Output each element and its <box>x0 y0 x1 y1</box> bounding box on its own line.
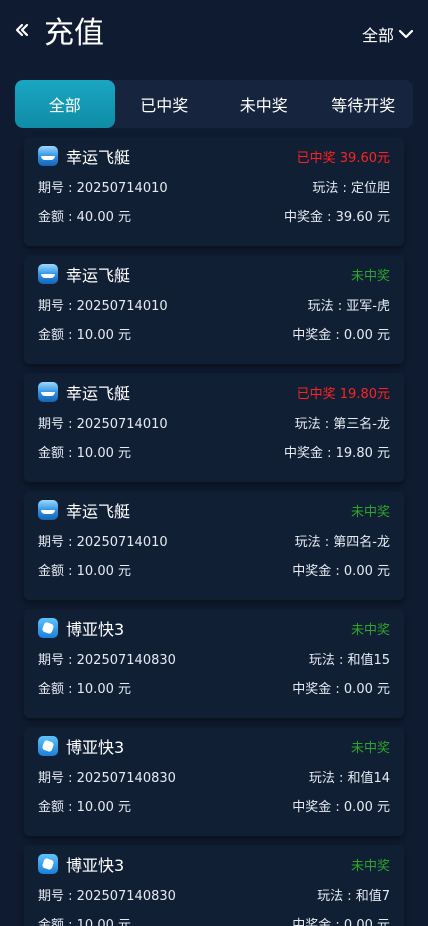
play-type: 玩法 : 和值7 <box>317 889 390 904</box>
issue-number: 期号 : 202507140830 <box>38 653 176 668</box>
bet-amount: 金额 : 10.00 元 <box>38 564 131 579</box>
status-badge: 已中奖 19.80元 <box>296 386 390 402</box>
game-name: 博亚快3 <box>66 738 125 757</box>
issue-row: 期号 : 202507140830 玩法 : 和值15 <box>38 649 390 668</box>
list-item[interactable]: 博亚快3 未中奖期号 : 202507140830 玩法 : 和值14 金额 : 10… <box>24 728 404 836</box>
double-chevron-left-icon <box>15 22 29 44</box>
amount-row: 金额 : 40.00 元 中奖金 : 39.60 元 <box>38 206 390 225</box>
game-name: 博亚快3 <box>66 856 125 875</box>
list-item[interactable]: 幸运飞艇 未中奖期号 : 20250714010 玩法 : 亚军-虎金额 : 10.… <box>24 256 404 364</box>
bet-amount: 金额 : 10.00 元 <box>38 328 131 343</box>
status-badge: 未中奖 <box>350 740 390 756</box>
game-name: 博亚快3 <box>66 620 125 639</box>
amount-row: 金额 : 10.00 元 中奖金 : 0.00 元 <box>38 796 390 815</box>
issue-row: 期号 : 20250714010 玩法 : 第四名-龙 <box>38 531 390 550</box>
game-name: 幸运飞艇 <box>66 148 131 167</box>
game-name: 幸运飞艇 <box>66 266 131 285</box>
record-list: 幸运飞艇 已中奖 39.60元期号 : 20250714010 玩法 : 定位胆金额… <box>0 138 428 926</box>
list-item[interactable]: 博亚快3 未中奖期号 : 202507140830 玩法 : 和值7 金额 : 10.… <box>24 846 404 926</box>
prize-amount: 中奖金 : 0.00 元 <box>292 328 390 343</box>
boat-icon <box>38 382 58 402</box>
status-badge: 未中奖 <box>350 858 390 874</box>
game-name: 幸运飞艇 <box>66 502 131 521</box>
issue-number: 期号 : 202507140830 <box>38 889 176 904</box>
chevron-down-icon <box>394 25 414 44</box>
issue-row: 期号 : 20250714010 玩法 : 定位胆 <box>38 177 390 196</box>
filter-dropdown[interactable]: 全部 <box>362 22 414 46</box>
amount-row: 金额 : 10.00 元 中奖金 : 0.00 元 <box>38 560 390 579</box>
list-item[interactable]: 博亚快3 未中奖期号 : 202507140830 玩法 : 和值15 金额 : 10… <box>24 610 404 718</box>
prize-amount: 中奖金 : 19.80 元 <box>284 446 390 461</box>
filter-label: 全部 <box>361 26 394 45</box>
prize-amount: 中奖金 : 0.00 元 <box>292 918 390 926</box>
tab-pending[interactable]: 等待开奖 <box>314 80 414 128</box>
boat-icon <box>38 146 58 166</box>
issue-row: 期号 : 202507140830 玩法 : 和值7 <box>38 885 390 904</box>
issue-number: 期号 : 20250714010 <box>38 181 168 196</box>
status-badge: 未中奖 <box>350 622 390 638</box>
card-header: 博亚快3 未中奖 <box>38 616 390 640</box>
status-badge: 未中奖 <box>350 268 390 284</box>
card-header: 博亚快3 未中奖 <box>38 734 390 758</box>
issue-number: 期号 : 20250714010 <box>38 299 168 314</box>
status-badge: 未中奖 <box>350 504 390 520</box>
amount-row: 金额 : 10.00 元 中奖金 : 0.00 元 <box>38 678 390 697</box>
issue-row: 期号 : 20250714010 玩法 : 亚军-虎 <box>38 295 390 314</box>
card-header: 幸运飞艇 已中奖 19.80元 <box>38 380 390 404</box>
issue-number: 期号 : 20250714010 <box>38 535 168 550</box>
amount-row: 金额 : 10.00 元 中奖金 : 0.00 元 <box>38 324 390 343</box>
play-type: 玩法 : 定位胆 <box>312 181 390 196</box>
tab-not-won[interactable]: 未中奖 <box>214 80 314 128</box>
filter-tabs: 全部 已中奖 未中奖 等待开奖 <box>15 80 413 128</box>
list-item[interactable]: 幸运飞艇 已中奖 39.60元期号 : 20250714010 玩法 : 定位胆金额… <box>24 138 404 246</box>
boat-icon <box>38 264 58 284</box>
play-type: 玩法 : 和值15 <box>308 653 390 668</box>
card-header: 幸运飞艇 已中奖 39.60元 <box>38 144 390 168</box>
tab-all[interactable]: 全部 <box>15 80 115 128</box>
status-badge: 已中奖 39.60元 <box>296 150 390 166</box>
play-type: 玩法 : 第三名-龙 <box>294 417 390 432</box>
prize-amount: 中奖金 : 39.60 元 <box>284 210 390 225</box>
bet-amount: 金额 : 10.00 元 <box>38 918 131 926</box>
bet-amount: 金额 : 10.00 元 <box>38 682 131 697</box>
tab-won[interactable]: 已中奖 <box>115 80 215 128</box>
bet-amount: 金额 : 10.00 元 <box>38 800 131 815</box>
card-header: 幸运飞艇 未中奖 <box>38 262 390 286</box>
list-item[interactable]: 幸运飞艇 未中奖期号 : 20250714010 玩法 : 第四名-龙金额 : 10… <box>24 492 404 600</box>
dice-icon <box>38 618 58 638</box>
issue-row: 期号 : 20250714010 玩法 : 第三名-龙 <box>38 413 390 432</box>
play-type: 玩法 : 亚军-虎 <box>307 299 390 314</box>
amount-row: 金额 : 10.00 元 中奖金 : 0.00 元 <box>38 914 390 926</box>
issue-row: 期号 : 202507140830 玩法 : 和值14 <box>38 767 390 786</box>
page: 充值 全部 全部 已中奖 未中奖 等待开奖 幸运飞艇 已中奖 39.60元期号 :… <box>0 0 428 926</box>
game-name: 幸运飞艇 <box>66 384 131 403</box>
card-header: 博亚快3 未中奖 <box>38 852 390 876</box>
prize-amount: 中奖金 : 0.00 元 <box>292 682 390 697</box>
prize-amount: 中奖金 : 0.00 元 <box>292 564 390 579</box>
page-title: 充值 <box>44 16 104 51</box>
issue-number: 期号 : 202507140830 <box>38 771 176 786</box>
back-button[interactable] <box>12 20 32 46</box>
prize-amount: 中奖金 : 0.00 元 <box>292 800 390 815</box>
bet-amount: 金额 : 10.00 元 <box>38 446 131 461</box>
header: 充值 全部 <box>0 0 428 72</box>
list-item[interactable]: 幸运飞艇 已中奖 19.80元期号 : 20250714010 玩法 : 第三名-龙… <box>24 374 404 482</box>
bet-amount: 金额 : 40.00 元 <box>38 210 131 225</box>
amount-row: 金额 : 10.00 元 中奖金 : 19.80 元 <box>38 442 390 461</box>
play-type: 玩法 : 第四名-龙 <box>294 535 390 550</box>
issue-number: 期号 : 20250714010 <box>38 417 168 432</box>
play-type: 玩法 : 和值14 <box>308 771 390 786</box>
dice-icon <box>38 854 58 874</box>
boat-icon <box>38 500 58 520</box>
dice-icon <box>38 736 58 756</box>
card-header: 幸运飞艇 未中奖 <box>38 498 390 522</box>
